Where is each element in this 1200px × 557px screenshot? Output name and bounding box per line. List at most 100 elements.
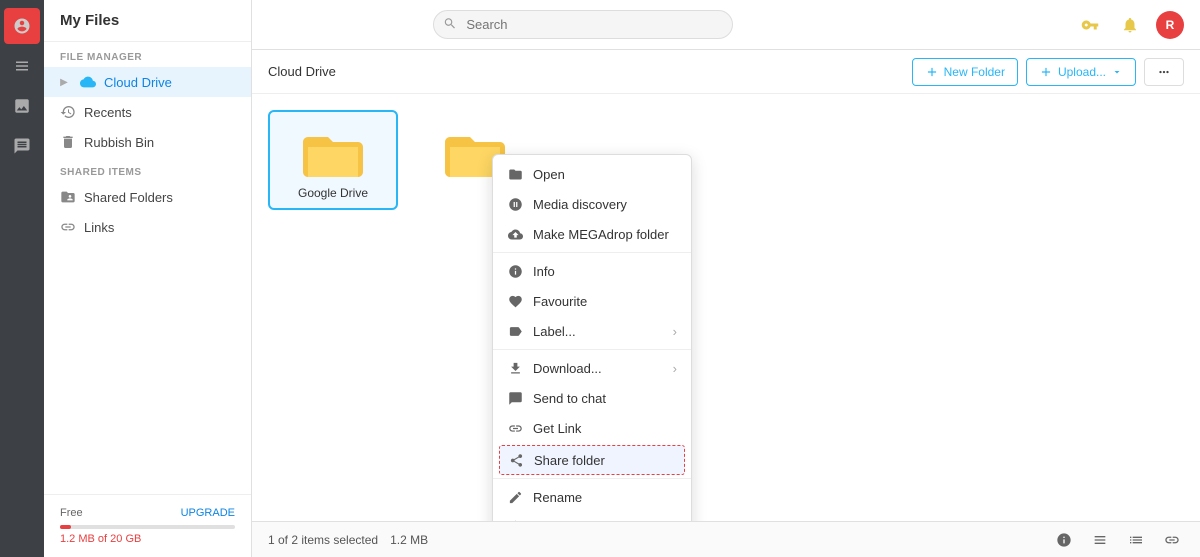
ctx-get-link-label: Get Link: [533, 421, 581, 436]
search-box: [433, 10, 733, 39]
ctx-move-label: Move...: [533, 520, 576, 522]
file-item-name: Google Drive: [298, 186, 368, 200]
key-icon-btn[interactable]: [1076, 11, 1104, 39]
sidebar-item-recents[interactable]: Recents: [44, 97, 251, 127]
sidebar-item-rubbish-bin[interactable]: Rubbish Bin: [44, 127, 251, 157]
move-arrow-icon: ›: [673, 520, 677, 522]
top-bar-actions: R: [1076, 11, 1184, 39]
rename-icon: [507, 489, 523, 505]
megadrop-icon: [507, 226, 523, 242]
search-icon: [443, 16, 457, 33]
new-folder-button[interactable]: New Folder: [912, 58, 1018, 86]
folder-icon: [301, 124, 365, 180]
label-arrow-icon: ›: [673, 324, 677, 339]
ctx-info-label: Info: [533, 264, 555, 279]
label-icon: [507, 323, 523, 339]
ctx-rename[interactable]: Rename: [493, 482, 691, 512]
status-icon-2[interactable]: [1088, 528, 1112, 552]
shared-items-label: SHARED ITEMS: [44, 157, 251, 182]
heart-icon: [507, 293, 523, 309]
upload-button[interactable]: Upload...: [1026, 58, 1136, 86]
file-grid: Google Drive: [268, 110, 1184, 210]
ctx-send-to-chat[interactable]: Send to chat: [493, 383, 691, 413]
storage-size-text: 1.2 MB of 20 GB: [60, 533, 235, 545]
shared-folders-label: Shared Folders: [84, 190, 173, 205]
chevron-right-icon: ▶: [56, 74, 72, 90]
shared-folders-icon: [60, 189, 76, 205]
open-icon: [507, 166, 523, 182]
ctx-get-link[interactable]: Get Link: [493, 413, 691, 443]
app-logo[interactable]: [4, 8, 40, 44]
ctx-open-label: Open: [533, 167, 565, 182]
files-icon-btn[interactable]: [4, 48, 40, 84]
recents-label: Recents: [84, 105, 132, 120]
search-input[interactable]: [433, 10, 733, 39]
new-folder-label: New Folder: [944, 65, 1005, 79]
ctx-divider-2: [493, 349, 691, 350]
ctx-label[interactable]: Label... ›: [493, 316, 691, 346]
ctx-rename-label: Rename: [533, 490, 582, 505]
ctx-megadrop[interactable]: Make MEGAdrop folder: [493, 219, 691, 249]
status-bar: 1 of 2 items selected 1.2 MB: [252, 521, 1200, 557]
status-icon-1[interactable]: [1052, 528, 1076, 552]
status-bar-right: [1052, 528, 1184, 552]
cloud-icon: [80, 74, 96, 90]
upload-label: Upload...: [1058, 65, 1106, 79]
status-icon-3[interactable]: [1124, 528, 1148, 552]
ctx-favourite[interactable]: Favourite: [493, 286, 691, 316]
rubbish-bin-icon: [60, 134, 76, 150]
ctx-megadrop-label: Make MEGAdrop folder: [533, 227, 669, 242]
status-icon-4[interactable]: [1160, 528, 1184, 552]
sidebar-item-links[interactable]: Links: [44, 212, 251, 242]
links-icon: [60, 219, 76, 235]
ctx-divider-3: [493, 478, 691, 479]
ctx-send-to-chat-label: Send to chat: [533, 391, 606, 406]
send-to-chat-icon: [507, 390, 523, 406]
sidebar-item-cloud-drive[interactable]: ▶ Cloud Drive: [44, 67, 251, 97]
download-icon: [507, 360, 523, 376]
ctx-share-folder-label: Share folder: [534, 453, 605, 468]
plus-icon: [925, 65, 939, 79]
storage-bar-background: [60, 525, 235, 529]
ctx-favourite-label: Favourite: [533, 294, 587, 309]
link-icon: [507, 420, 523, 436]
notification-icon-btn[interactable]: [1116, 11, 1144, 39]
folder-svg: [303, 126, 363, 178]
media-icon: [507, 196, 523, 212]
selection-text: 1 of 2 items selected: [268, 533, 378, 547]
content-area: Google Drive Open: [252, 94, 1200, 521]
storage-total: of 20 GB: [98, 533, 141, 545]
more-button[interactable]: [1144, 58, 1184, 86]
ctx-download[interactable]: Download... ›: [493, 353, 691, 383]
size-text: 1.2 MB: [390, 533, 428, 547]
download-arrow-icon: ›: [673, 361, 677, 376]
share-icon: [508, 452, 524, 468]
storage-section: Free UPGRADE 1.2 MB of 20 GB: [44, 494, 251, 557]
ctx-share-folder[interactable]: Share folder: [499, 445, 685, 475]
left-panel: My Files FILE MANAGER ▶ Cloud Drive Rece…: [44, 0, 252, 557]
cloud-drive-label: Cloud Drive: [104, 75, 172, 90]
sidebar-icon-strip: [0, 0, 44, 557]
storage-bar-fill: [60, 525, 71, 529]
storage-label-row: Free UPGRADE: [60, 507, 235, 519]
ctx-media-discovery[interactable]: Media discovery: [493, 189, 691, 219]
storage-used: 1.2 MB: [60, 533, 95, 545]
chevron-down-icon: [1111, 66, 1123, 78]
ctx-open[interactable]: Open: [493, 159, 691, 189]
photos-icon-btn[interactable]: [4, 88, 40, 124]
links-label: Links: [84, 220, 114, 235]
file-manager-label: FILE MANAGER: [44, 42, 251, 67]
chat-icon-btn[interactable]: [4, 128, 40, 164]
context-menu: Open Media discovery Make MEGAdrop folde…: [492, 154, 692, 521]
ctx-move[interactable]: Move... ›: [493, 512, 691, 521]
toolbar-actions: New Folder Upload...: [912, 58, 1184, 86]
file-item-google-drive[interactable]: Google Drive: [268, 110, 398, 210]
recents-icon: [60, 104, 76, 120]
ctx-label-label: Label...: [533, 324, 576, 339]
sidebar-item-shared-folders[interactable]: Shared Folders: [44, 182, 251, 212]
upgrade-link[interactable]: UPGRADE: [181, 507, 235, 519]
ctx-media-label: Media discovery: [533, 197, 627, 212]
avatar[interactable]: R: [1156, 11, 1184, 39]
ctx-info[interactable]: Info: [493, 256, 691, 286]
breadcrumb: Cloud Drive: [268, 64, 336, 79]
